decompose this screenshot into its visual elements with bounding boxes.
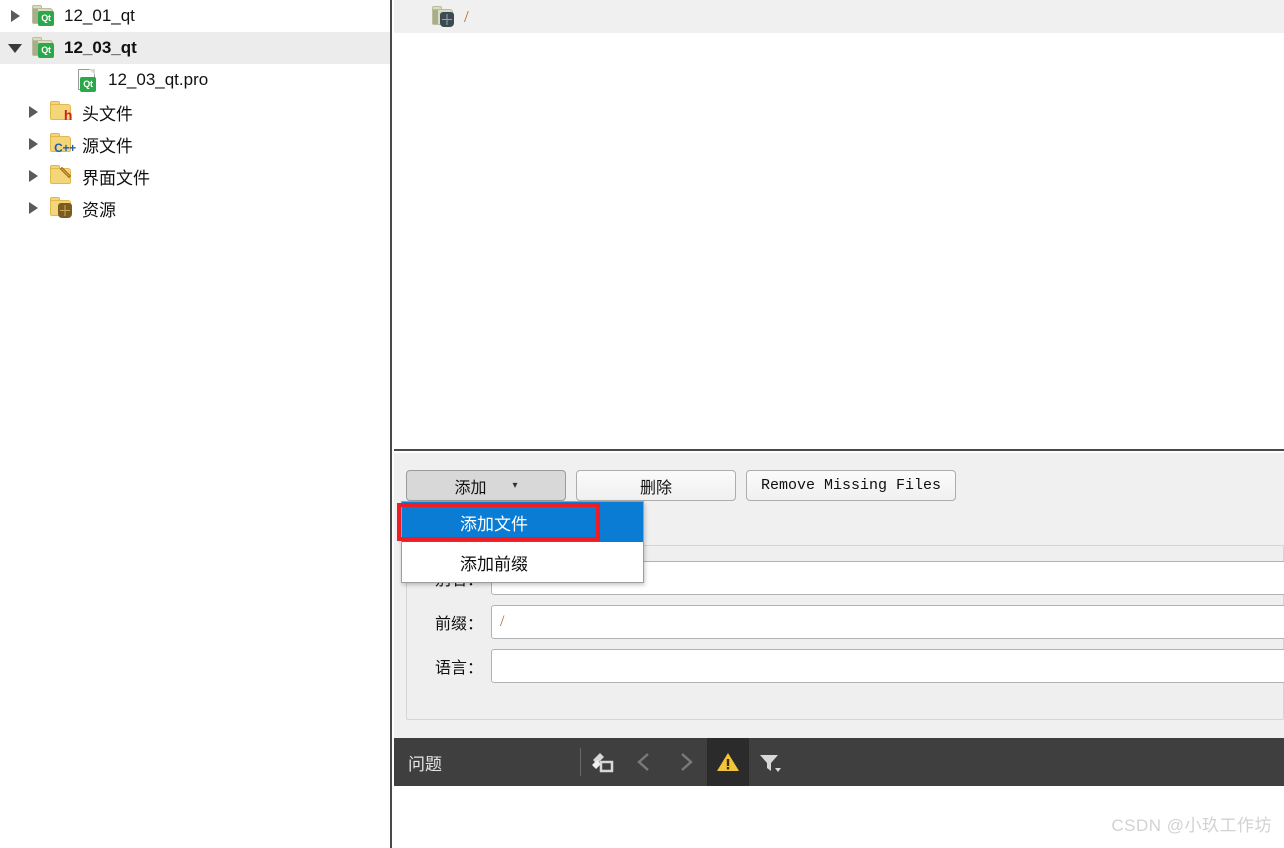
form-row-1: 前缀： /: [407, 600, 1284, 644]
tree-item-资源[interactable]: 资源: [0, 192, 390, 224]
remove-button[interactable]: 删除: [576, 470, 736, 501]
form-row-2: 语言：: [407, 644, 1284, 688]
form-input-2[interactable]: [491, 649, 1284, 683]
menu-item-添加前缀[interactable]: 添加前缀: [402, 542, 643, 582]
project-tree-pane[interactable]: Qt 12_01_qt Qt 12_03_qt Qt 12_03_qt.proh 头文件 C+…: [0, 0, 392, 848]
form-label-1: 前缀：: [434, 616, 483, 633]
resource-path-toolbar: /: [394, 0, 1284, 33]
resource-editor-controls: 添加 ▾ 删除 Remove Missing Files 别名：前缀：/语言：: [394, 453, 1284, 738]
add-dropdown-menu[interactable]: 添加文件 添加前缀: [401, 501, 644, 583]
form-label-2: 语言：: [434, 660, 483, 677]
resource-path-text: /: [464, 6, 469, 26]
chevron-right-icon[interactable]: [26, 169, 40, 183]
tree-item-label: 12_01_qt: [64, 6, 135, 25]
previous-item-icon[interactable]: [623, 738, 665, 786]
add-button[interactable]: 添加 ▾: [406, 470, 566, 501]
headers-folder-icon: h: [48, 100, 74, 124]
resource-editor-pane: / 添加 ▾ 删除 Remove Missing Files 别名：前缀：/语言…: [394, 0, 1284, 848]
tree-item-12_01_qt[interactable]: Qt 12_01_qt: [0, 0, 390, 32]
issues-status-bar: 问题: [394, 738, 1284, 786]
qt-project-folder-icon: Qt: [30, 36, 56, 60]
chevron-down-icon[interactable]: [8, 41, 22, 55]
chevron-right-icon[interactable]: [8, 9, 22, 23]
form-input-1[interactable]: /: [491, 605, 1284, 639]
menu-item-label: 添加文件: [460, 514, 528, 534]
qt-pro-file-icon: Qt: [74, 68, 100, 92]
remove-button-label: 删除: [639, 479, 672, 497]
filter-icon[interactable]: [749, 738, 791, 786]
qt-creator-window: Qt 12_01_qt Qt 12_03_qt Qt 12_03_qt.proh 头文件 C+…: [0, 0, 1284, 848]
resource-prefix-icon: [430, 5, 456, 29]
chevron-down-icon: ▾: [512, 480, 518, 491]
resource-tree-canvas[interactable]: [394, 33, 1284, 451]
warning-icon[interactable]: [707, 738, 749, 786]
tree-item-label: 12_03_qt.pro: [108, 70, 209, 89]
qt-project-folder-icon: Qt: [30, 4, 56, 28]
tree-item-label: 12_03_qt: [64, 38, 137, 57]
tree-item-界面文件[interactable]: 界面文件: [0, 160, 390, 192]
menu-item-添加文件[interactable]: 添加文件: [402, 502, 643, 542]
resources-folder-icon: [48, 196, 74, 220]
resource-button-row: 添加 ▾ 删除 Remove Missing Files: [406, 470, 957, 501]
remove-missing-files-button[interactable]: Remove Missing Files: [746, 470, 957, 501]
tree-item-label: 界面文件: [82, 168, 150, 188]
tree-item-12_03_qt.pro[interactable]: Qt 12_03_qt.pro: [0, 64, 390, 96]
forms-folder-icon: [48, 164, 74, 188]
csdn-watermark: CSDN @小玖工作坊: [1111, 816, 1272, 835]
clear-pane-icon[interactable]: [581, 738, 623, 786]
tree-item-源文件[interactable]: C++ 源文件: [0, 128, 390, 160]
chevron-right-icon[interactable]: [26, 137, 40, 151]
tree-item-label: 头文件: [82, 104, 133, 124]
tree-item-label: 资源: [82, 200, 116, 220]
next-item-icon[interactable]: [665, 738, 707, 786]
sources-folder-icon: C++: [48, 132, 76, 156]
remove-missing-files-label: Remove Missing Files: [761, 477, 942, 494]
issues-label[interactable]: 问题: [408, 750, 442, 775]
tree-item-头文件[interactable]: h 头文件: [0, 96, 390, 128]
tree-item-label: 源文件: [82, 136, 133, 156]
add-button-label: 添加: [454, 479, 487, 497]
chevron-right-icon[interactable]: [26, 201, 40, 215]
tree-item-12_03_qt[interactable]: Qt 12_03_qt: [0, 32, 390, 64]
menu-item-label: 添加前缀: [460, 554, 528, 574]
chevron-right-icon[interactable]: [26, 105, 40, 119]
